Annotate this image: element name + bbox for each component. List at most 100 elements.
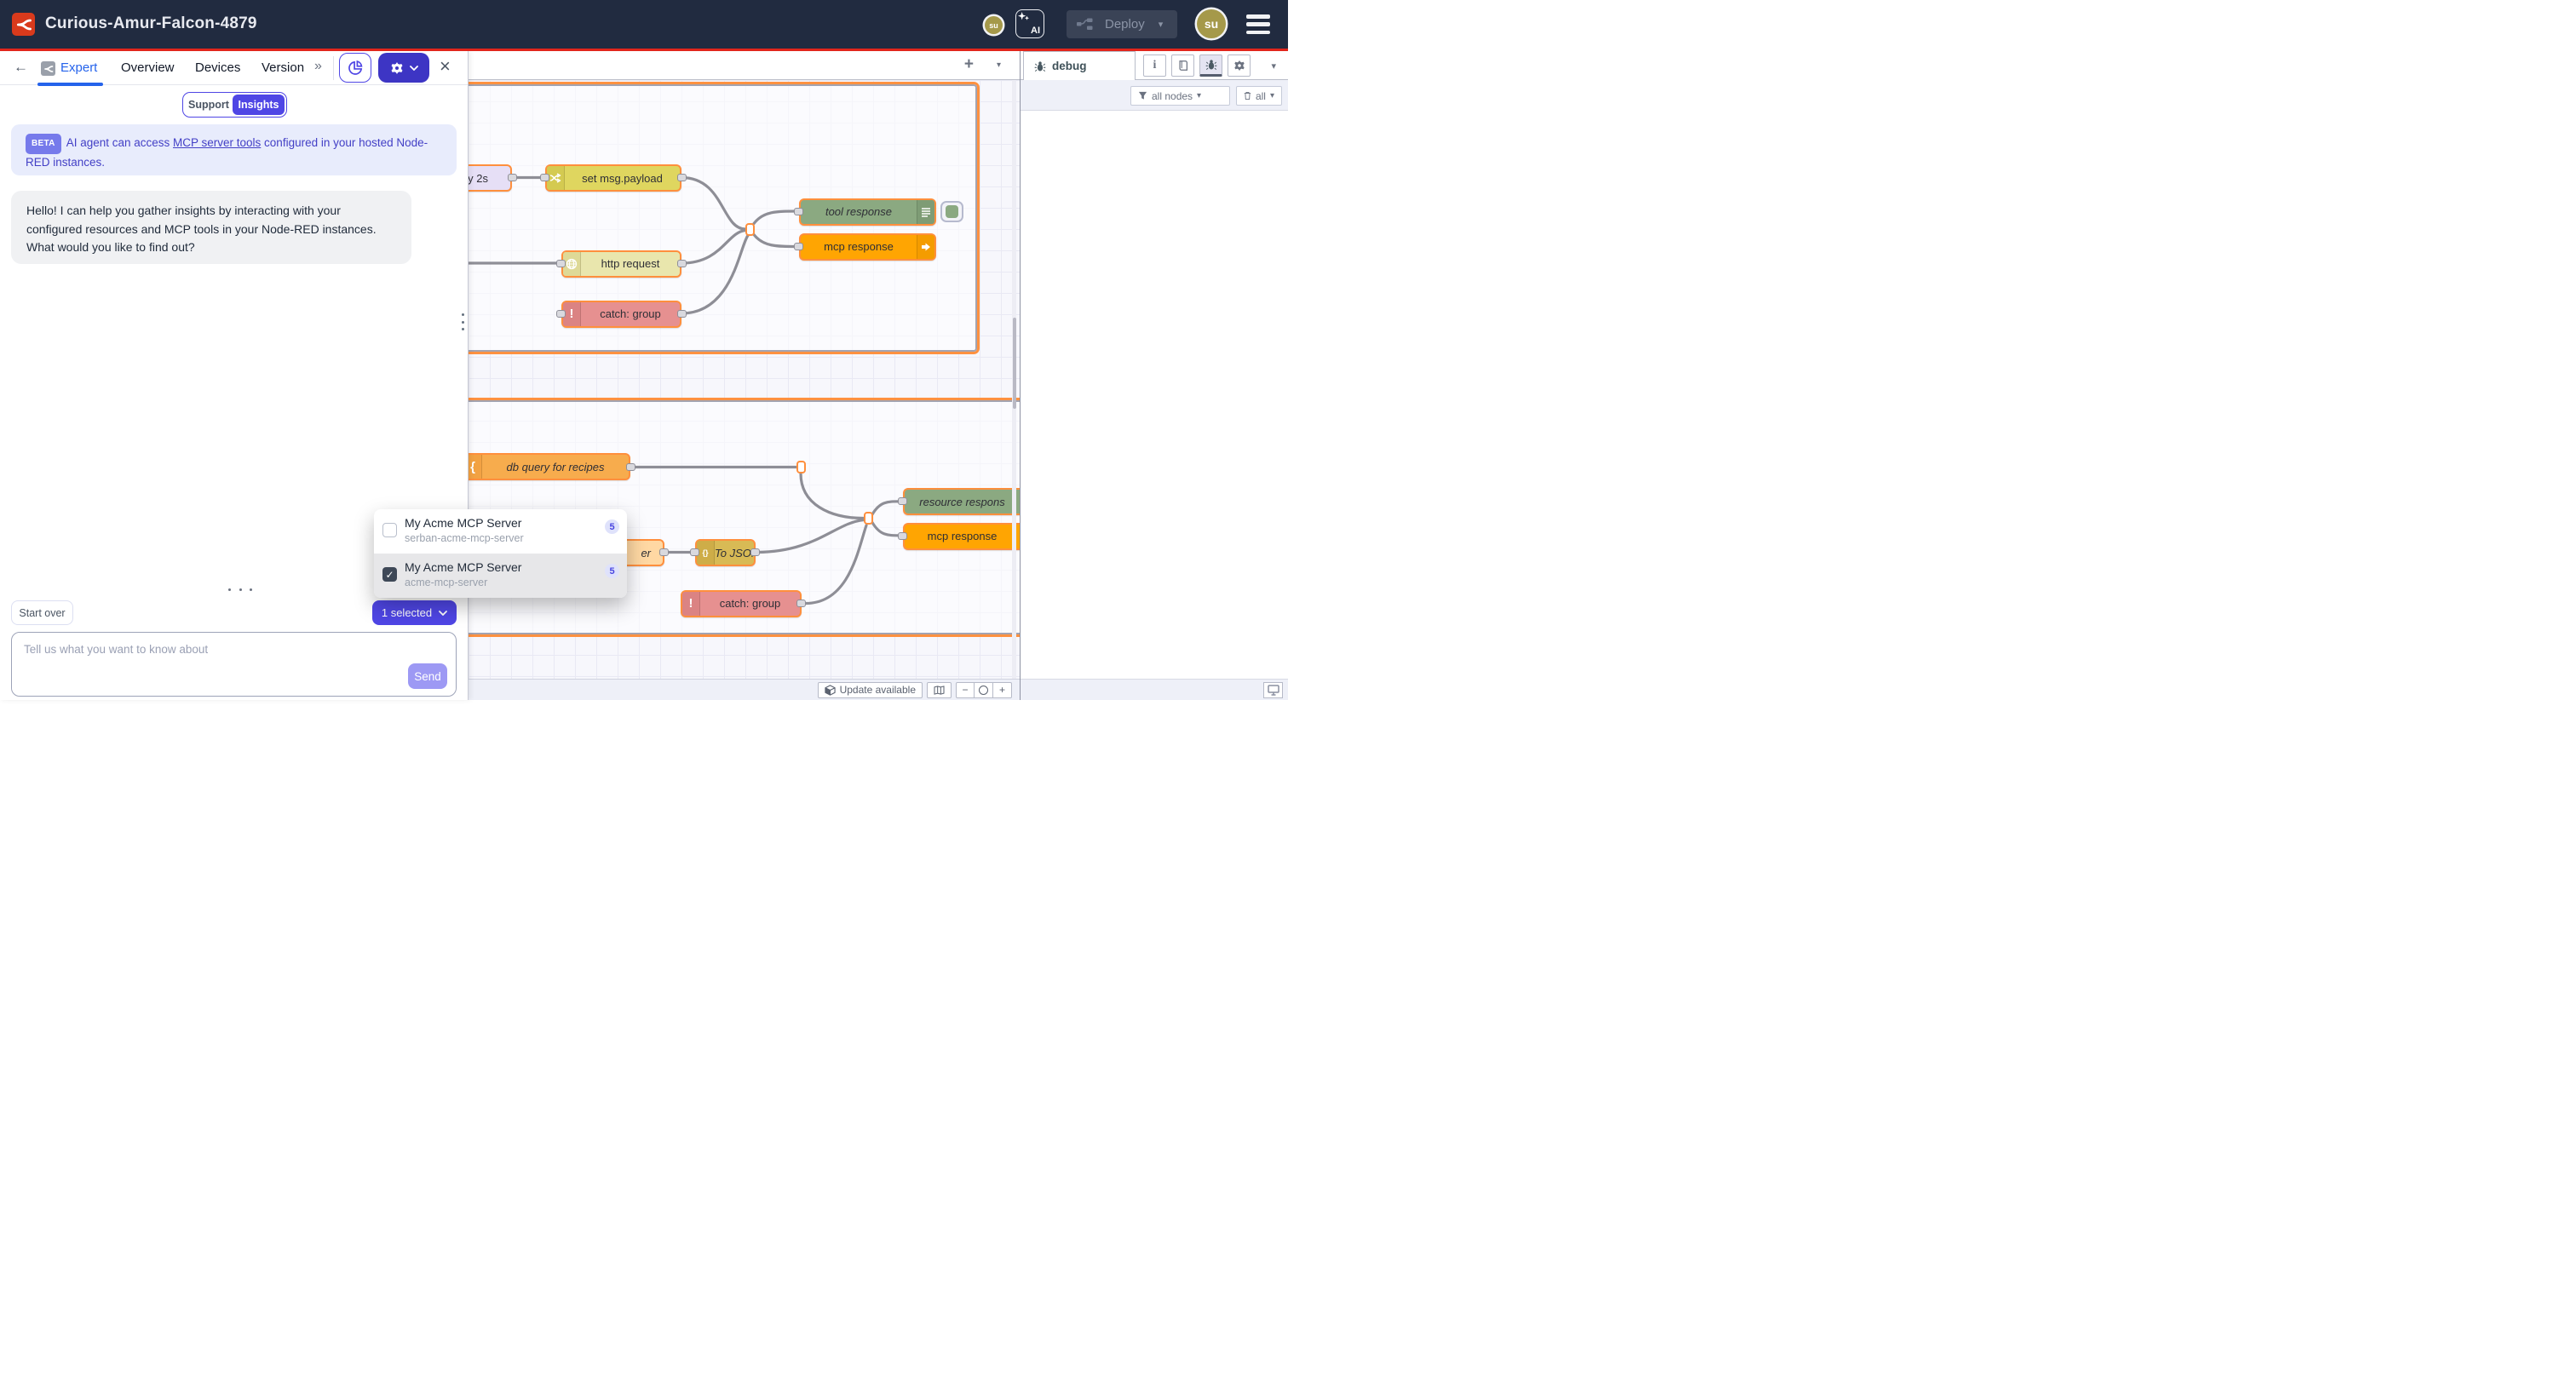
help-tab-button[interactable]	[1171, 55, 1194, 77]
node-db-query[interactable]: { db query for recipes	[469, 453, 630, 480]
scrollbar-thumb[interactable]	[1013, 318, 1016, 409]
debug-clear-button[interactable]: all ▾	[1236, 86, 1282, 106]
node-inject[interactable]: every 2s	[469, 164, 512, 192]
port[interactable]	[898, 497, 907, 505]
assistant-settings-button[interactable]	[378, 53, 429, 83]
chevron-down-icon	[439, 611, 447, 616]
wire-junction[interactable]	[745, 223, 755, 236]
checkbox-unchecked[interactable]	[382, 523, 397, 537]
port[interactable]	[556, 260, 566, 267]
debug-sidebar-icon	[917, 200, 934, 224]
port[interactable]	[556, 310, 566, 318]
wire-junction[interactable]	[864, 512, 873, 525]
zoom-reset-button[interactable]	[975, 682, 993, 698]
debug-sidebar: debug i ▾ all nodes ▾ all ▾	[1020, 51, 1288, 700]
port[interactable]	[690, 548, 699, 556]
wire-junction[interactable]	[796, 461, 806, 473]
mcp-server-dropdown: My Acme MCP Server serban-acme-mcp-serve…	[374, 509, 627, 598]
tab-overview[interactable]: Overview	[121, 60, 175, 75]
server-option[interactable]: My Acme MCP Server serban-acme-mcp-serve…	[374, 509, 627, 554]
toggle-support[interactable]: Support	[185, 99, 233, 111]
port[interactable]	[898, 532, 907, 540]
main-menu-icon[interactable]	[1246, 14, 1270, 34]
wire	[681, 236, 748, 314]
wire	[801, 473, 864, 519]
node-to-json[interactable]: {} To JSON	[695, 539, 756, 566]
mcp-server-tools-link[interactable]: MCP server tools	[173, 136, 261, 149]
wire	[681, 231, 745, 264]
wire	[756, 520, 864, 553]
exclamation-icon: !	[563, 302, 581, 326]
zoom-reset-icon	[979, 686, 988, 695]
tab-debug[interactable]: debug	[1023, 51, 1136, 80]
port[interactable]	[796, 600, 806, 607]
back-arrow-icon[interactable]: ←	[14, 59, 28, 76]
node-change[interactable]: set msg.payload	[545, 164, 681, 192]
port[interactable]	[508, 174, 517, 181]
collaborator-avatar[interactable]: su	[985, 16, 1003, 34]
port[interactable]	[626, 463, 635, 471]
zoom-in-button[interactable]: +	[993, 682, 1012, 698]
port[interactable]	[677, 310, 687, 318]
server-option-selected[interactable]: ✓ My Acme MCP Server acme-mcp-server 5	[374, 554, 627, 598]
settings-tab-button[interactable]	[1228, 55, 1251, 77]
tab-overflow-chevrons[interactable]: »	[314, 59, 322, 74]
panel-resize-handle-horizontal[interactable]	[228, 588, 252, 591]
deploy-options-caret-icon[interactable]: ▾	[1159, 19, 1164, 30]
filter-caret-icon: ▾	[1197, 91, 1201, 100]
port[interactable]	[750, 548, 760, 556]
node-resource-response[interactable]: resource respons	[903, 488, 1020, 515]
arrow-out-icon	[917, 235, 934, 259]
port[interactable]	[540, 174, 549, 181]
sidebar-options-caret-icon[interactable]: ▾	[1271, 60, 1276, 72]
cube-icon	[825, 685, 836, 696]
flow-canvas[interactable]: every 2s set msg.payload http request ! …	[469, 51, 1020, 700]
tab-devices[interactable]: Devices	[195, 60, 240, 75]
node-catch-2[interactable]: ! catch: group	[681, 590, 802, 617]
start-over-button[interactable]: Start over	[11, 600, 73, 625]
prompt-input[interactable]	[12, 633, 456, 696]
send-button[interactable]: Send	[408, 663, 447, 689]
node-debug-tool-response[interactable]: tool response	[799, 198, 936, 226]
tab-version[interactable]: Version	[262, 60, 304, 75]
debug-filter-button[interactable]: all nodes ▾	[1130, 86, 1230, 106]
flowfuse-logo-icon[interactable]	[12, 13, 35, 36]
update-available-button[interactable]: Update available	[818, 682, 923, 698]
node-mcp-response-2[interactable]: mcp response	[903, 523, 1020, 550]
ai-assistant-icon[interactable]: AI	[1015, 9, 1044, 38]
port[interactable]	[659, 548, 669, 556]
user-avatar[interactable]: su	[1197, 9, 1226, 38]
assistant-tab-bar: ← Expert Overview Devices Version » ×	[0, 51, 468, 85]
panel-resize-handle[interactable]	[462, 313, 464, 336]
flow-list-caret-icon[interactable]: ▾	[997, 60, 1001, 70]
console-monitor-button[interactable]	[1263, 682, 1283, 698]
debug-enable-toggle[interactable]	[940, 201, 963, 222]
debug-tab-button[interactable]	[1199, 55, 1222, 77]
info-tab-button[interactable]: i	[1143, 55, 1166, 77]
toggle-insights[interactable]: Insights	[233, 95, 285, 115]
ai-assistant-panel: ← Expert Overview Devices Version » × Su…	[0, 51, 469, 700]
beta-banner: BETAAI agent can access MCP server tools…	[11, 124, 457, 175]
usage-pie-button[interactable]	[339, 53, 371, 83]
sidebar-footer	[1021, 679, 1288, 700]
node-http-request[interactable]: http request	[561, 250, 681, 278]
port[interactable]	[677, 260, 687, 267]
checkbox-checked[interactable]: ✓	[382, 567, 397, 582]
add-flow-button[interactable]: +	[964, 55, 974, 74]
exclamation-icon: !	[682, 592, 700, 616]
node-catch[interactable]: ! catch: group	[561, 301, 681, 328]
zoom-out-button[interactable]: −	[956, 682, 975, 698]
canvas-scrollbar[interactable]	[1012, 80, 1016, 679]
wire	[872, 523, 900, 536]
port[interactable]	[677, 174, 687, 181]
node-mcp-response[interactable]: mcp response	[799, 233, 936, 261]
deploy-button[interactable]: Deploy ▾	[1067, 10, 1177, 38]
server-select-button[interactable]: 1 selected	[372, 600, 457, 625]
filter-icon	[1138, 91, 1147, 100]
flow-tab-strip[interactable]: + ▾	[469, 51, 1020, 80]
close-icon[interactable]: ×	[440, 55, 451, 77]
tab-expert[interactable]: Expert	[60, 60, 97, 75]
port[interactable]	[794, 208, 803, 215]
port[interactable]	[794, 243, 803, 250]
minimap-button[interactable]	[927, 682, 952, 698]
